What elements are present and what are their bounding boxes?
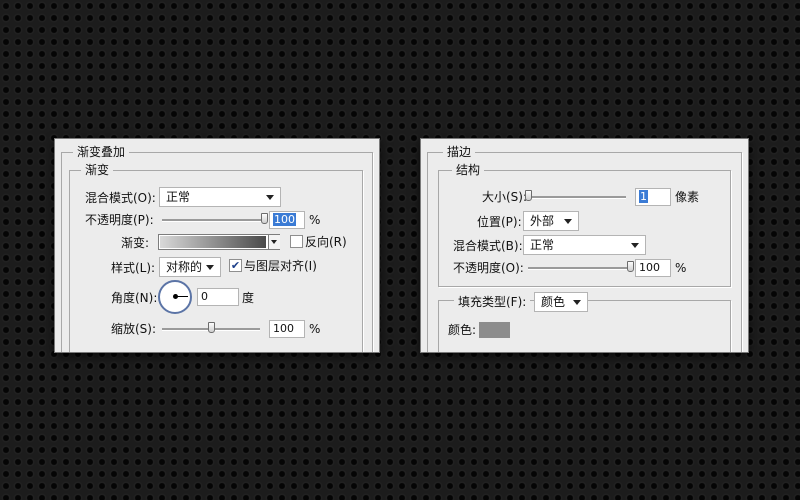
scale-slider-thumb[interactable] [208, 322, 215, 333]
scale-input[interactable]: 100 [269, 320, 305, 338]
chevron-down-icon [564, 219, 572, 224]
reverse-label: 反向(R) [305, 235, 347, 249]
opacity-label: 不透明度(P): [85, 213, 154, 227]
angle-label: 角度(N): [111, 291, 158, 305]
gradient-overlay-panel: 渐变叠加 渐变 混合模式(O): 正常 不透明度(P): 100 % 渐变: 反… [55, 139, 379, 352]
size-value: 1 [639, 190, 648, 203]
stroke-title: 描边 [443, 145, 476, 159]
size-unit: 像素 [675, 190, 700, 204]
fill-type-label: 填充类型(F): [454, 294, 531, 310]
chevron-down-icon [631, 243, 639, 248]
size-input[interactable]: 1 [635, 188, 671, 206]
color-label: 颜色: [448, 323, 477, 337]
stroke-opacity-input[interactable]: 100 [635, 259, 671, 277]
stroke-opacity-label: 不透明度(O): [453, 261, 524, 275]
angle-value: 0 [201, 290, 208, 303]
scale-value: 100 [273, 322, 294, 335]
reverse-checkbox[interactable] [290, 235, 303, 248]
stroke-opacity-unit: % [675, 261, 687, 275]
chevron-down-icon [206, 265, 214, 270]
position-value: 外部 [530, 214, 555, 228]
fill-type-value: 颜色 [541, 295, 566, 309]
gradient-preview [160, 236, 266, 248]
color-swatch[interactable] [479, 322, 510, 338]
gradient-dropdown-button[interactable] [268, 235, 280, 249]
size-label: 大小(S): [482, 190, 528, 204]
opacity-input[interactable]: 100 [269, 211, 305, 229]
scale-label: 缩放(S): [111, 322, 157, 336]
chevron-down-icon [573, 300, 581, 305]
blend-mode-select[interactable]: 正常 [159, 187, 281, 207]
angle-dial-center [173, 294, 178, 299]
stroke-blend-mode-select[interactable]: 正常 [523, 235, 646, 255]
stroke-blend-mode-value: 正常 [530, 238, 555, 252]
angle-input[interactable]: 0 [197, 288, 239, 306]
position-label: 位置(P): [477, 215, 522, 229]
position-select[interactable]: 外部 [523, 211, 579, 231]
angle-dial[interactable] [158, 280, 192, 314]
stroke-opacity-slider-track[interactable] [528, 267, 630, 270]
align-with-layer-checkbox[interactable]: ✔ [229, 259, 242, 272]
opacity-value: 100 [273, 213, 296, 226]
size-slider-track[interactable] [528, 196, 626, 199]
structure-title: 结构 [452, 163, 485, 177]
style-label: 样式(L): [111, 261, 156, 275]
gradient-group-title: 渐变 [81, 163, 114, 177]
stroke-opacity-slider-thumb[interactable] [627, 261, 634, 272]
gradient-label: 渐变: [121, 236, 150, 250]
stroke-blend-mode-label: 混合模式(B): [453, 239, 523, 253]
stroke-opacity-value: 100 [639, 261, 660, 274]
opacity-slider-track[interactable] [162, 219, 264, 222]
angle-unit: 度 [242, 291, 255, 305]
style-select[interactable]: 对称的 [159, 257, 221, 277]
style-value: 对称的 [166, 260, 203, 274]
blend-mode-label: 混合模式(O): [85, 191, 156, 205]
stroke-panel: 描边 结构 大小(S): 1 像素 位置(P): 外部 混合模式(B): 正常 … [421, 139, 748, 352]
chevron-down-icon [271, 240, 277, 244]
gradient-overlay-title: 渐变叠加 [73, 145, 130, 159]
blend-mode-value: 正常 [166, 190, 191, 204]
align-with-layer-label: 与图层对齐(I) [244, 259, 317, 273]
size-slider-thumb[interactable] [525, 190, 532, 201]
opacity-unit: % [309, 213, 321, 227]
scale-unit: % [309, 322, 321, 336]
fill-type-select[interactable]: 颜色 [534, 292, 588, 312]
chevron-down-icon [266, 195, 274, 200]
opacity-slider-thumb[interactable] [261, 213, 268, 224]
gradient-picker[interactable] [158, 234, 280, 250]
